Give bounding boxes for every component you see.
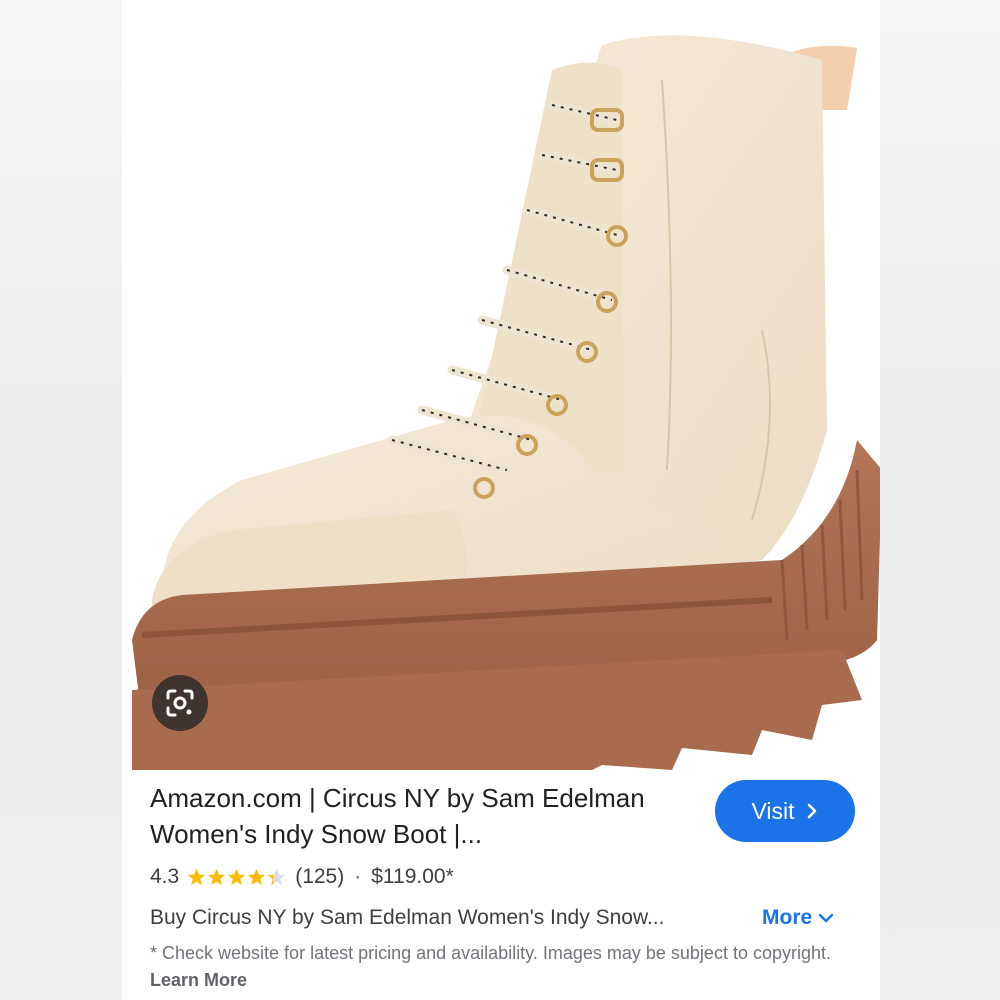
google-lens-icon: [166, 689, 194, 717]
learn-more-link[interactable]: Learn More: [150, 970, 247, 990]
disclaimer-text: * Check website for latest pricing and a…: [150, 943, 831, 963]
visit-label: Visit: [751, 797, 795, 824]
google-lens-button[interactable]: [152, 675, 208, 731]
rating-row: 4.3 (125) · $119.00*: [150, 862, 454, 892]
star-rating: [187, 868, 287, 887]
disclaimer: * Check website for latest pricing and a…: [150, 940, 860, 994]
review-count: (125): [295, 865, 345, 888]
rating-value: 4.3: [150, 865, 180, 888]
more-label: More: [762, 906, 813, 929]
chevron-right-icon: [807, 803, 816, 819]
star-icon: [188, 868, 206, 885]
search-result-card: Amazon.com | Circus NY by Sam Edelman Wo…: [122, 0, 880, 1000]
separator: ·: [354, 865, 362, 888]
result-title[interactable]: Amazon.com | Circus NY by Sam Edelman Wo…: [150, 780, 690, 852]
background-left-blur: [0, 0, 122, 1000]
boot-illustration: [132, 35, 880, 770]
star-icon: [208, 868, 226, 885]
star-icon: [248, 868, 266, 885]
price: $119.00*: [371, 865, 454, 888]
chevron-down-icon: [818, 913, 834, 923]
description-row: Buy Circus NY by Sam Edelman Women's Ind…: [150, 903, 860, 933]
background-right-blur: [880, 0, 1000, 1000]
star-icon: [228, 868, 246, 885]
more-button[interactable]: More: [762, 906, 834, 930]
product-image[interactable]: [122, 0, 880, 770]
star-icon: [268, 868, 286, 885]
description-text: Buy Circus NY by Sam Edelman Women's Ind…: [150, 906, 665, 929]
visit-button[interactable]: Visit: [715, 780, 855, 842]
